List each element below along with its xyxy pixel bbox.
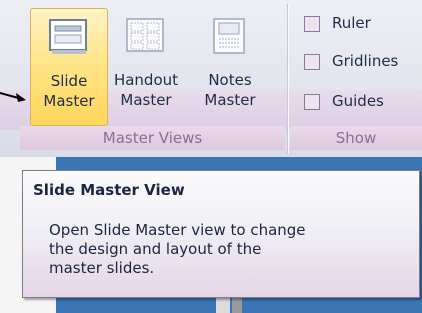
master-views-group: Slide Master Handout Master Notes Master…	[20, 0, 285, 150]
tooltip-body: Open Slide Master view to change the des…	[49, 221, 409, 278]
notes-master-icon	[213, 18, 245, 54]
ruler-checkbox[interactable]	[304, 16, 320, 32]
show-group: Ruler Gridlines Guides Show	[290, 0, 422, 150]
slide-master-label-line1: Slide	[50, 72, 88, 90]
ribbon: Slide Master Handout Master Notes Master…	[0, 0, 422, 157]
handout-master-button[interactable]: Handout Master	[108, 8, 184, 124]
tooltip: Slide Master View Open Slide Master view…	[22, 170, 420, 298]
slide-master-label-line2: Master	[43, 92, 95, 110]
ruler-label: Ruler	[332, 14, 371, 32]
group-divider	[287, 4, 288, 154]
notes-master-label-line1: Notes	[208, 71, 252, 89]
handout-master-icon	[126, 18, 164, 52]
notes-master-label-line2: Master	[204, 91, 256, 109]
handout-master-label-line1: Handout	[113, 71, 179, 89]
slide-master-button[interactable]: Slide Master	[30, 8, 108, 126]
tooltip-body-line: Open Slide Master view to change	[49, 221, 306, 239]
tooltip-body-line: master slides.	[49, 259, 155, 277]
gridlines-checkbox[interactable]	[304, 54, 320, 70]
guides-checkbox[interactable]	[304, 94, 320, 110]
notes-master-button[interactable]: Notes Master	[192, 8, 268, 124]
tooltip-body-line: the design and layout of the	[49, 240, 262, 258]
gridlines-label: Gridlines	[332, 52, 399, 70]
master-views-group-label: Master Views	[20, 126, 285, 150]
slide-master-icon	[49, 19, 87, 54]
handout-master-label-line2: Master	[120, 91, 172, 109]
show-group-label: Show	[290, 126, 422, 150]
guides-label: Guides	[332, 92, 384, 110]
tooltip-title: Slide Master View	[33, 181, 185, 199]
